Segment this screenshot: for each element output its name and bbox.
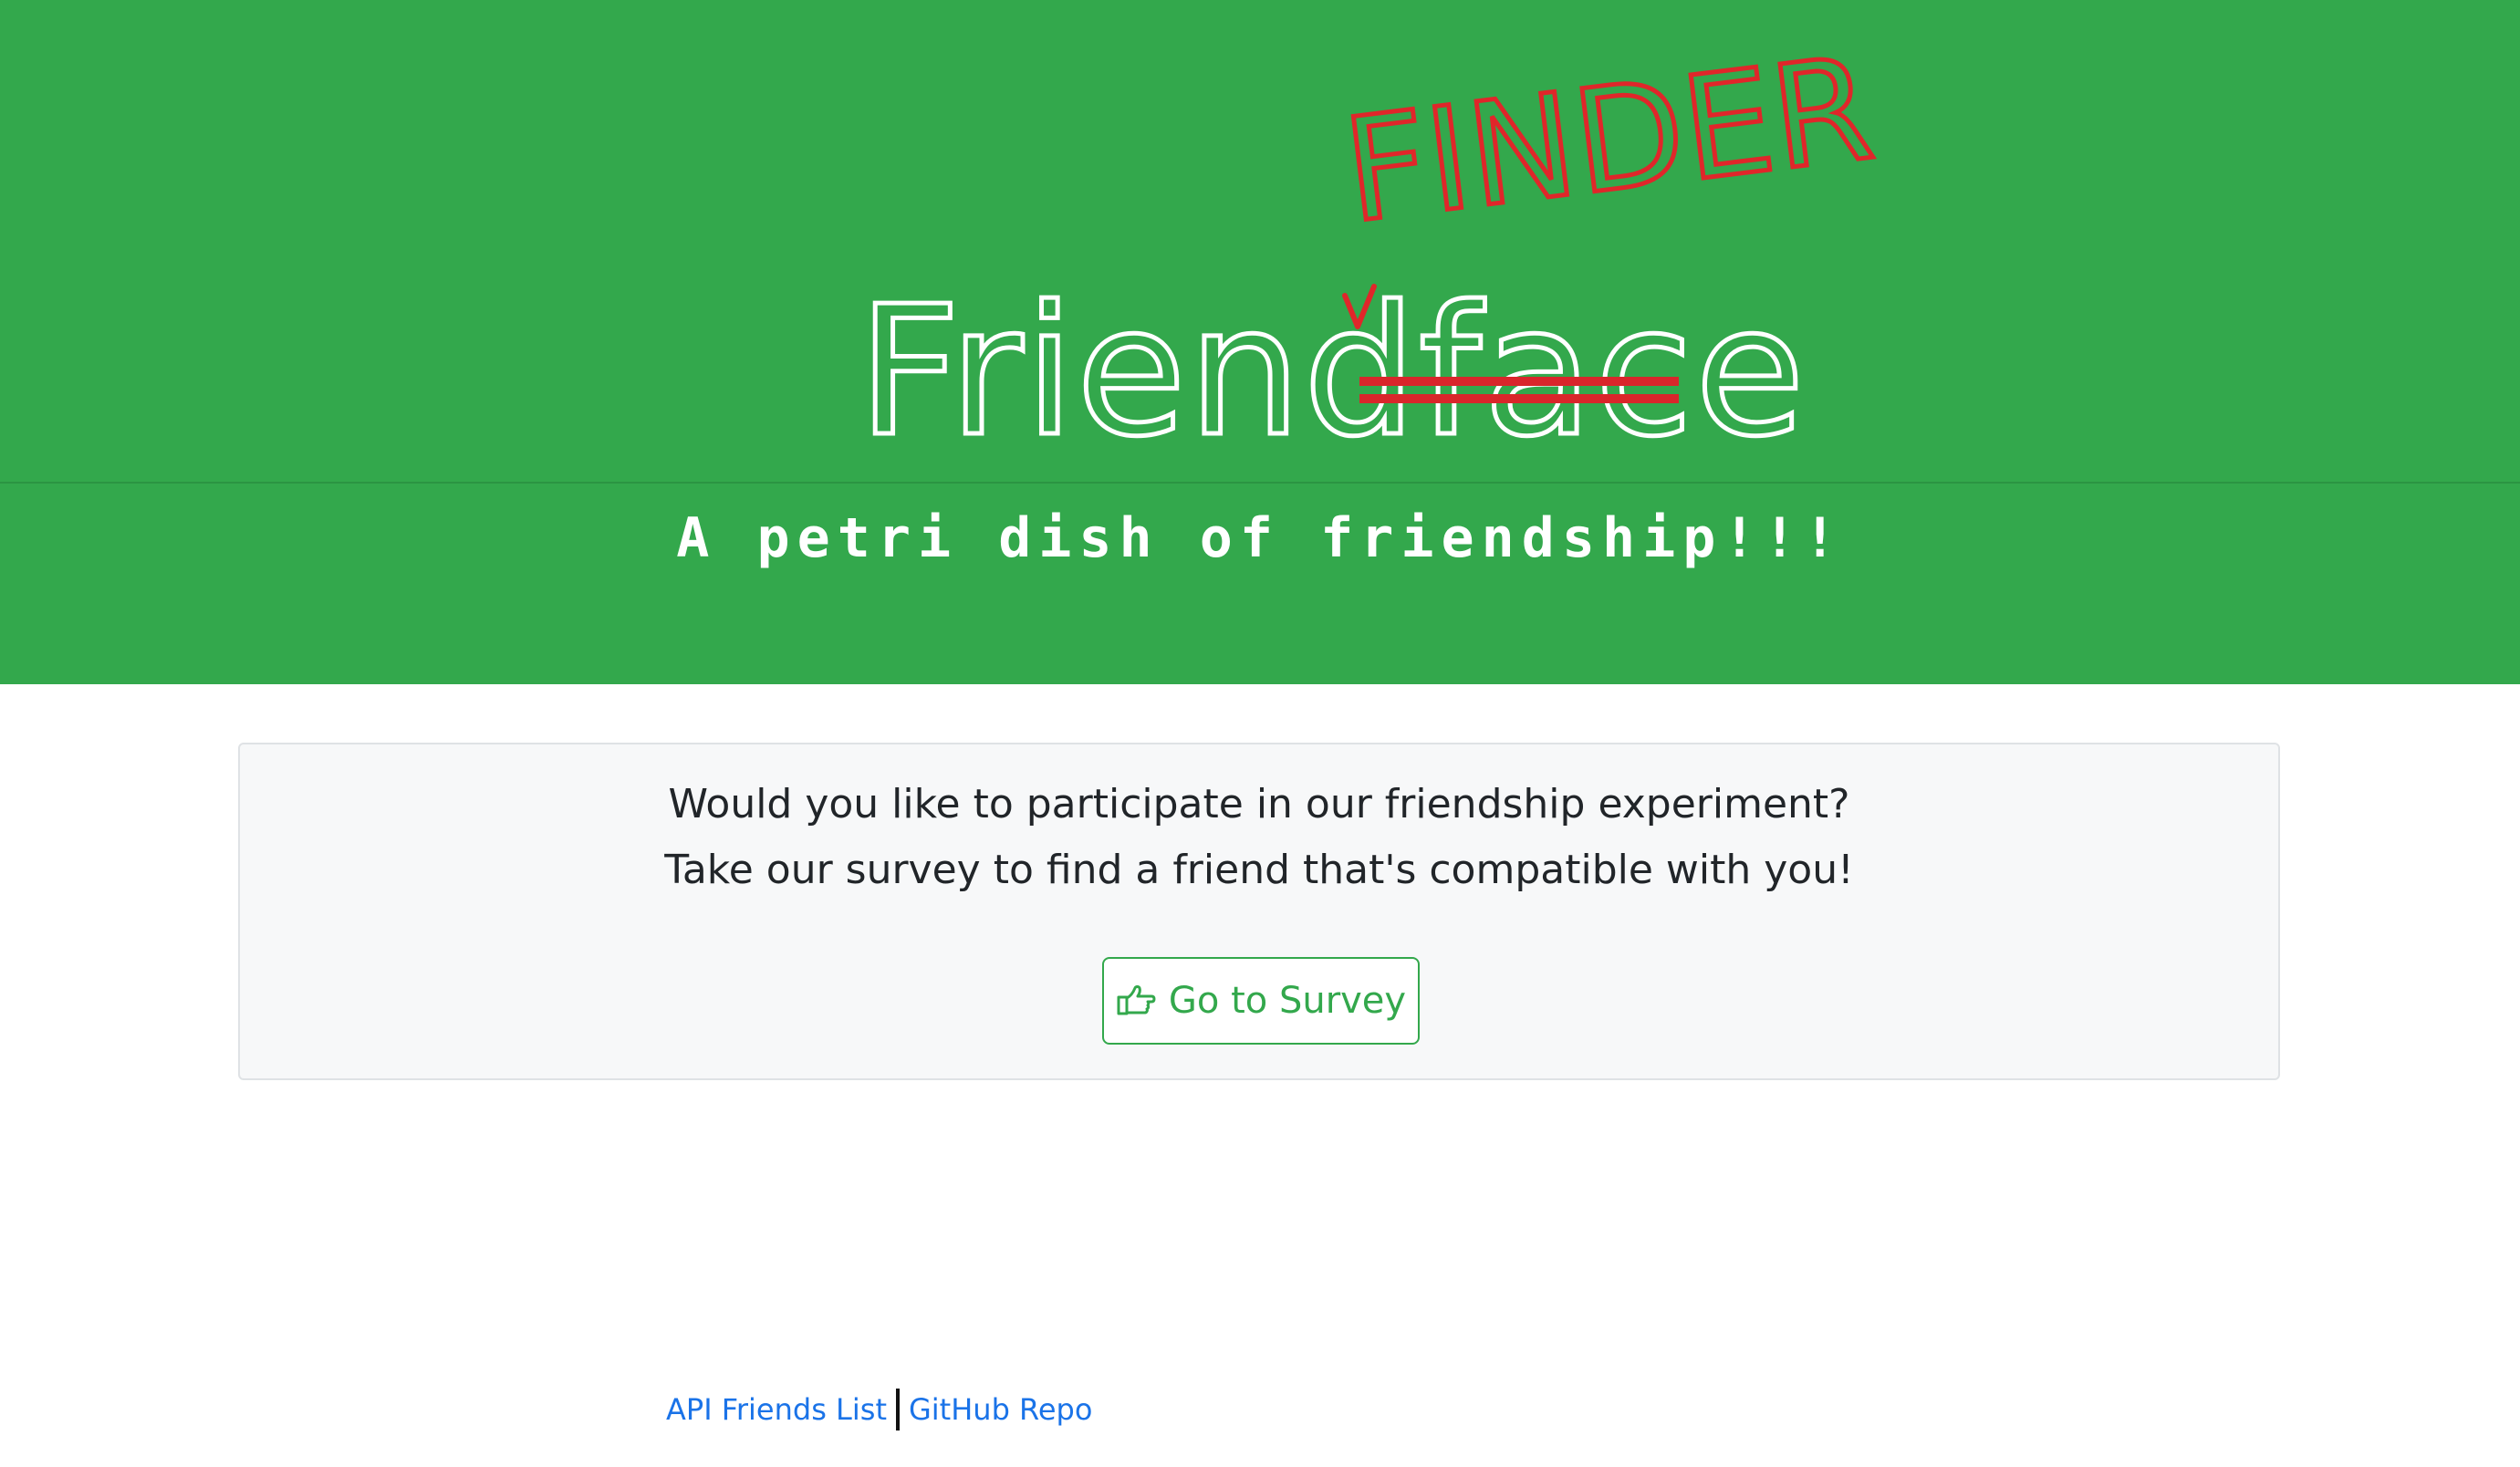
insertion-caret-icon — [1342, 284, 1377, 329]
api-friends-list-link[interactable]: API Friends List — [666, 1392, 887, 1427]
hero-banner: Friendface FINDER A petri dish of friend… — [0, 0, 2520, 684]
go-to-survey-label: Go to Survey — [1168, 980, 1407, 1022]
footer-links: API Friends List GitHub Repo — [666, 1389, 1092, 1431]
strikethrough-line — [1359, 377, 1679, 386]
strikethrough-line — [1359, 394, 1679, 403]
intro-question: Would you like to participate in our fri… — [668, 781, 1850, 827]
logo-main-text: Friend — [856, 268, 1420, 476]
logo: Friendface FINDER — [856, 23, 1884, 465]
hero-divider — [0, 482, 2520, 484]
logo-correction-text: FINDER — [1334, 23, 1883, 256]
logo-struck-text: face — [1416, 268, 1807, 476]
footer-separator — [895, 1389, 900, 1431]
go-to-survey-button[interactable]: Go to Survey — [1102, 957, 1420, 1045]
github-repo-link[interactable]: GitHub Repo — [909, 1392, 1092, 1427]
hand-pointing-right-icon — [1117, 985, 1156, 1015]
logo-wordmark: Friendface — [856, 281, 1807, 464]
intro-card: Would you like to participate in our fri… — [238, 743, 2280, 1080]
intro-prompt: Take our survey to find a friend that's … — [664, 847, 1854, 893]
tagline: A petri dish of friendship!!! — [676, 506, 1844, 570]
